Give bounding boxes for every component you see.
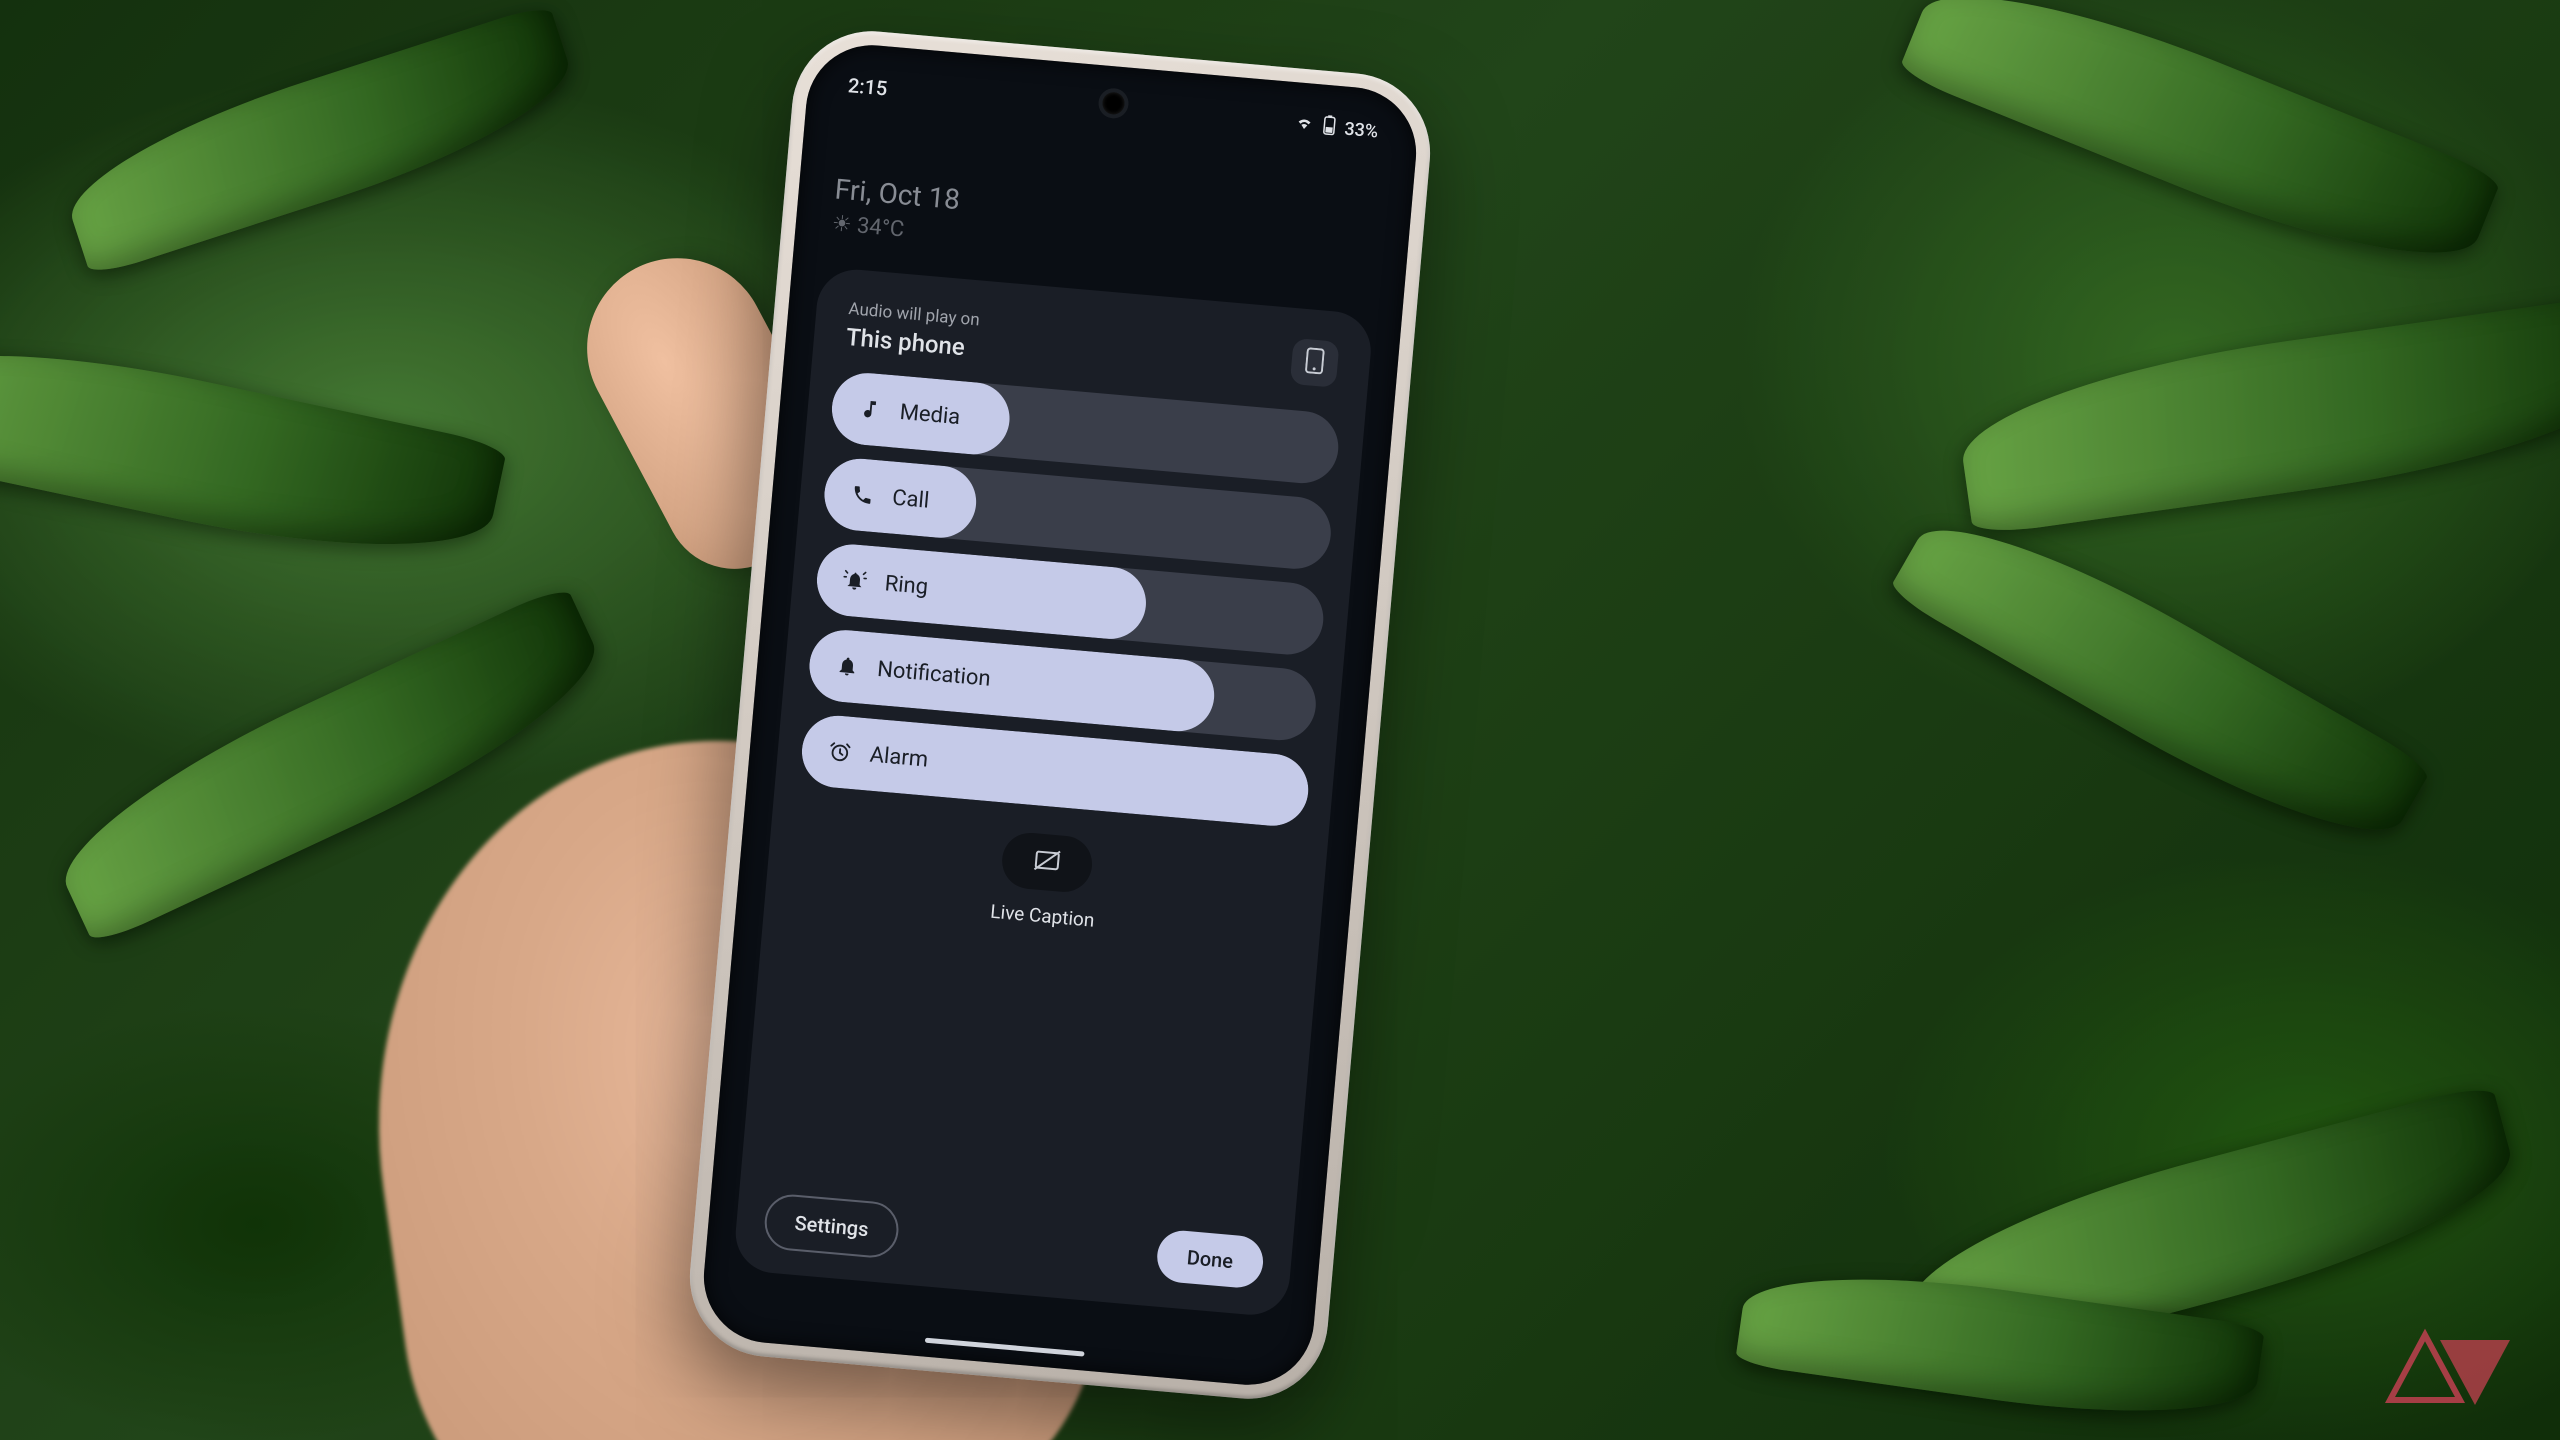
phone-frame: 2:15 33% Fri, Oct 18 ☀ 34°C [683, 25, 1436, 1406]
watermark-logo [2370, 1320, 2530, 1420]
wifi-icon [1294, 114, 1316, 137]
volume-panel: Audio will play on This phone [732, 266, 1374, 1318]
music-note-icon [857, 396, 883, 422]
status-time: 2:15 [847, 73, 888, 100]
slider-call-label: Call [891, 485, 930, 513]
slider-media-label: Media [899, 399, 962, 429]
battery-percent: 33% [1344, 118, 1379, 142]
slider-ring-label: Ring [884, 571, 929, 600]
volume-sliders: Media Call [799, 370, 1341, 829]
output-device-button[interactable] [1290, 338, 1340, 388]
phone-screen: 2:15 33% Fri, Oct 18 ☀ 34°C [698, 40, 1421, 1390]
phone-device-icon [1304, 347, 1325, 378]
homescreen-temp: 34°C [856, 213, 905, 242]
live-caption-toggle[interactable] [1000, 831, 1095, 895]
ring-icon [842, 568, 868, 594]
settings-button[interactable]: Settings [762, 1192, 900, 1259]
slider-alarm-label: Alarm [869, 742, 929, 772]
nav-gesture-pill[interactable] [925, 1338, 1085, 1357]
caption-off-icon [1032, 847, 1062, 877]
live-caption-label: Live Caption [989, 900, 1095, 932]
bell-icon [834, 653, 860, 679]
audio-output-device: This phone [845, 323, 978, 362]
done-button[interactable]: Done [1155, 1229, 1265, 1290]
battery-icon [1321, 114, 1337, 140]
alarm-icon [827, 739, 853, 765]
sun-icon: ☀ [831, 211, 853, 238]
phone-icon [849, 482, 875, 508]
